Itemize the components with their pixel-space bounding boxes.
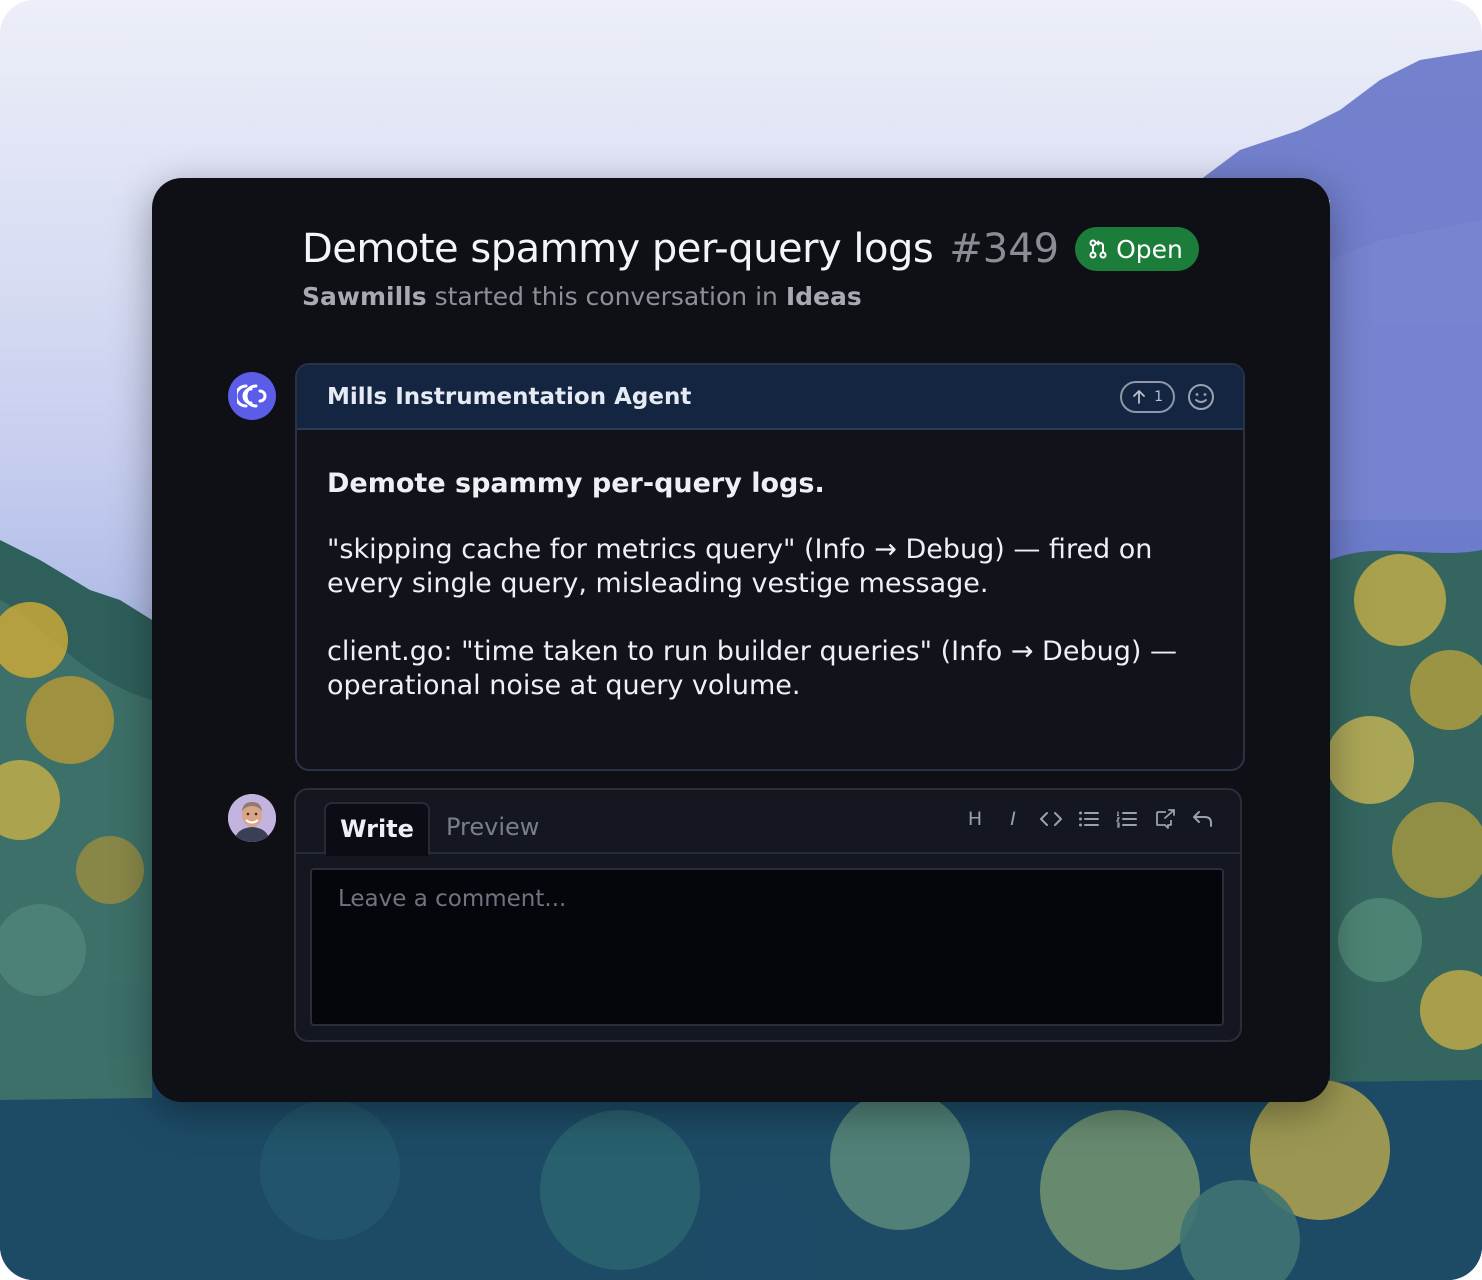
italic-button[interactable]: I [1002, 808, 1024, 830]
editor-tabs: Write Preview H I [296, 790, 1240, 856]
title-row: Demote spammy per-query logs #349 Open [302, 226, 1199, 272]
formatting-toolbar: H I [964, 808, 1214, 830]
undo-icon [1193, 811, 1212, 827]
upvote-button[interactable]: 1 [1120, 380, 1175, 413]
comment-body-title: Demote spammy per-query logs. [327, 468, 825, 499]
category-link[interactable]: Ideas [786, 282, 862, 311]
numbered-list-icon [1116, 811, 1137, 828]
comment-body: Demote spammy per-query logs. "skipping … [297, 430, 1243, 703]
comment-card: Mills Instrumentation Agent 1 Demote spa… [295, 363, 1245, 771]
discussion-subline: Sawmills started this conversation in Id… [302, 282, 1199, 311]
link-button[interactable] [1154, 808, 1176, 830]
page-title: Demote spammy per-query logs [302, 226, 934, 272]
discussion-header: Demote spammy per-query logs #349 Open S… [302, 226, 1199, 311]
heading-icon: H [967, 808, 983, 830]
comment-paragraph: "skipping cache for metrics query" (Info… [327, 534, 1153, 599]
comment-paragraph: client.go: "time taken to run builder qu… [327, 636, 1177, 701]
started-text: started this conversation in [434, 282, 778, 311]
background-scene: Demote spammy per-query logs #349 Open S… [0, 0, 1482, 1280]
bullet-list-icon [1079, 811, 1099, 827]
discussion-panel: Demote spammy per-query logs #349 Open S… [152, 178, 1330, 1102]
issue-number: #349 [949, 226, 1060, 272]
comment-input-box [310, 868, 1224, 1026]
add-reaction-button[interactable] [1187, 383, 1215, 411]
tab-preview[interactable]: Preview [446, 802, 539, 852]
bullet-list-button[interactable] [1078, 808, 1100, 830]
code-button[interactable] [1040, 808, 1062, 830]
italic-icon: I [1010, 808, 1016, 830]
author-link[interactable]: Sawmills [302, 282, 427, 311]
pull-request-icon [1089, 239, 1107, 259]
heading-button[interactable]: H [964, 808, 986, 830]
user-photo [228, 794, 276, 842]
link-icon [1156, 809, 1175, 829]
status-badge: Open [1075, 227, 1199, 271]
comment-actions: 1 [1120, 380, 1215, 413]
arrow-up-icon [1133, 389, 1145, 404]
comment-header: Mills Instrumentation Agent 1 [297, 365, 1243, 430]
smiley-icon [1188, 383, 1214, 410]
comment-input[interactable] [312, 870, 1222, 1024]
undo-button[interactable] [1192, 808, 1214, 830]
agent-logo-icon [237, 384, 267, 408]
tab-write[interactable]: Write [324, 802, 430, 856]
comment-author[interactable]: Mills Instrumentation Agent [327, 384, 691, 410]
upvote-count: 1 [1154, 388, 1163, 405]
code-icon [1040, 812, 1062, 826]
agent-avatar[interactable] [228, 372, 276, 420]
status-label: Open [1116, 234, 1183, 264]
numbered-list-button[interactable] [1116, 808, 1138, 830]
comment-editor: Write Preview H I [294, 788, 1242, 1042]
user-avatar[interactable] [228, 794, 276, 842]
